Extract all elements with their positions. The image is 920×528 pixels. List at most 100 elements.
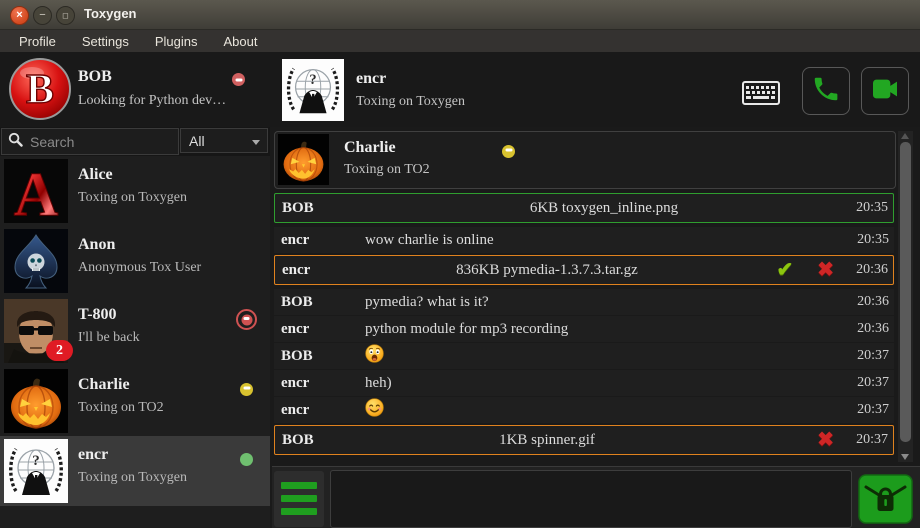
header-strip: B BOB Looking for Python dev… encr Toxin… [0, 52, 920, 127]
contact-status-message: Toxing on TO2 [78, 400, 164, 416]
contact-status-message: Toxing on Toxygen [78, 470, 187, 486]
chat-friend-avatar [278, 134, 329, 185]
encr-avatar [4, 439, 68, 503]
contact-row-charlie[interactable]: Charlie Toxing on TO2 [0, 366, 270, 436]
cancel-file-button[interactable]: ✖ [817, 430, 834, 450]
contact-status-message: Toxing on Toxygen [78, 190, 187, 206]
contact-filter-dropdown[interactable]: All [180, 128, 268, 153]
anon-avatar [4, 229, 68, 293]
message-time: 20:36 [843, 321, 894, 337]
close-button[interactable]: × [10, 6, 29, 25]
busy-status-icon [236, 309, 257, 330]
message-sender: encr [274, 375, 365, 392]
message-time: 20:35 [842, 200, 893, 216]
message-sender: BOB [274, 294, 365, 311]
charlie-avatar [4, 369, 68, 433]
send-message-button[interactable] [858, 474, 913, 524]
unread-count-badge: 2 [46, 340, 73, 361]
contact-row-anon[interactable]: Anon Anonymous Tox User [0, 226, 270, 296]
message-text: pymedia? what is it? [365, 294, 843, 311]
message-time: 20:37 [843, 402, 894, 418]
scroll-down-arrow-icon[interactable] [901, 454, 909, 460]
self-name[interactable]: BOB [78, 68, 112, 86]
search-box[interactable] [1, 128, 179, 155]
message-row: BOB pymedia? what is it? 20:36 [274, 289, 894, 315]
peer-avatar [282, 59, 344, 121]
menu-bar: Profile Settings Plugins About [0, 30, 920, 52]
away-status-icon [240, 383, 253, 396]
scrollbar-thumb[interactable] [900, 142, 911, 442]
title-bar: × − ◻ Toxygen [0, 0, 920, 30]
filter-value: All [189, 133, 205, 149]
message-time: 20:37 [843, 375, 894, 391]
svg-text:A: A [14, 161, 59, 223]
message-input[interactable] [330, 470, 852, 528]
away-status-icon [502, 145, 515, 158]
message-time: 20:37 [843, 348, 894, 364]
self-status-message[interactable]: Looking for Python dev… [78, 93, 226, 109]
alice-avatar: A [4, 159, 68, 223]
chevron-down-icon [252, 140, 260, 145]
file-transfer-label: 1KB spinner.gif [366, 432, 728, 449]
message-sender: encr [274, 402, 365, 419]
window-title: Toxygen [84, 6, 137, 21]
peer-name: encr [356, 70, 386, 88]
maximize-button[interactable]: ◻ [56, 6, 75, 25]
message-text: python module for mp3 recording [365, 321, 843, 338]
send-lock-icon [858, 511, 913, 528]
chat-friend-status-message: Toxing on TO2 [344, 162, 430, 178]
self-avatar[interactable]: B [8, 57, 72, 121]
svg-text:B: B [26, 67, 54, 113]
scroll-up-arrow-icon[interactable] [901, 133, 909, 139]
message-row: encr python module for mp3 recording 20:… [274, 316, 894, 342]
message-file-transfer: BOB 6KB toxygen_inline.png 20:35 [274, 193, 894, 223]
message-time: 20:36 [842, 262, 893, 278]
search-input[interactable] [28, 133, 162, 151]
contact-list: A Alice Toxing on Toxygen [0, 156, 270, 528]
message-sender: BOB [274, 348, 365, 365]
chat-menu-button[interactable] [274, 471, 324, 527]
audio-call-button[interactable] [802, 67, 850, 115]
file-transfer-label: 6KB toxygen_inline.png [366, 200, 842, 217]
chat-input-bar [272, 466, 920, 528]
menu-about[interactable]: About [210, 30, 270, 52]
menu-plugins[interactable]: Plugins [142, 30, 211, 52]
contact-name: encr [78, 446, 108, 464]
message-row: encr heh) 20:37 [274, 370, 894, 396]
screen-keyboard-icon[interactable] [742, 81, 780, 110]
message-text: heh) [365, 375, 843, 392]
contact-row-encr[interactable]: encr Toxing on Toxygen [0, 436, 270, 506]
contact-row-t800[interactable]: T-800 I'll be back 2 [0, 296, 270, 366]
contact-status-message: I'll be back [78, 330, 140, 346]
file-transfer-label: 836KB pymedia-1.3.7.3.tar.gz [366, 262, 728, 279]
toxygen-window: ? × − ◻ Toxygen Profile [0, 0, 920, 528]
self-busy-status-icon[interactable] [232, 73, 245, 86]
messages-scrollbar[interactable] [898, 131, 913, 462]
message-row: BOB 20:37 [274, 343, 894, 369]
phone-icon [811, 74, 841, 109]
message-row: encr 20:37 [274, 397, 894, 423]
message-row: encr wow charlie is online 20:35 [274, 227, 894, 253]
menu-settings[interactable]: Settings [69, 30, 142, 52]
menu-profile[interactable]: Profile [6, 30, 69, 52]
online-status-icon [240, 453, 253, 466]
emoji-smile-icon [365, 398, 843, 422]
accept-file-button[interactable]: ✔ [776, 260, 793, 280]
contact-status-message: Anonymous Tox User [78, 260, 201, 276]
chat-friend-name: Charlie [344, 139, 396, 157]
message-sender: BOB [275, 200, 366, 217]
video-call-button[interactable] [861, 67, 909, 115]
contact-name: Charlie [78, 376, 130, 394]
message-time: 20:35 [843, 232, 894, 248]
video-camera-icon [869, 73, 901, 110]
contact-name: T-800 [78, 306, 117, 324]
message-sender: encr [275, 262, 366, 279]
message-sender: BOB [275, 432, 366, 449]
message-sender: encr [274, 232, 365, 249]
decline-file-button[interactable]: ✖ [817, 260, 834, 280]
contact-row-alice[interactable]: A Alice Toxing on Toxygen [0, 156, 270, 226]
message-time: 20:36 [843, 294, 894, 310]
message-file-transfer: BOB 1KB spinner.gif ✖ 20:37 [274, 425, 894, 455]
minimize-button[interactable]: − [33, 6, 52, 25]
emoji-shocked-icon [365, 344, 843, 368]
